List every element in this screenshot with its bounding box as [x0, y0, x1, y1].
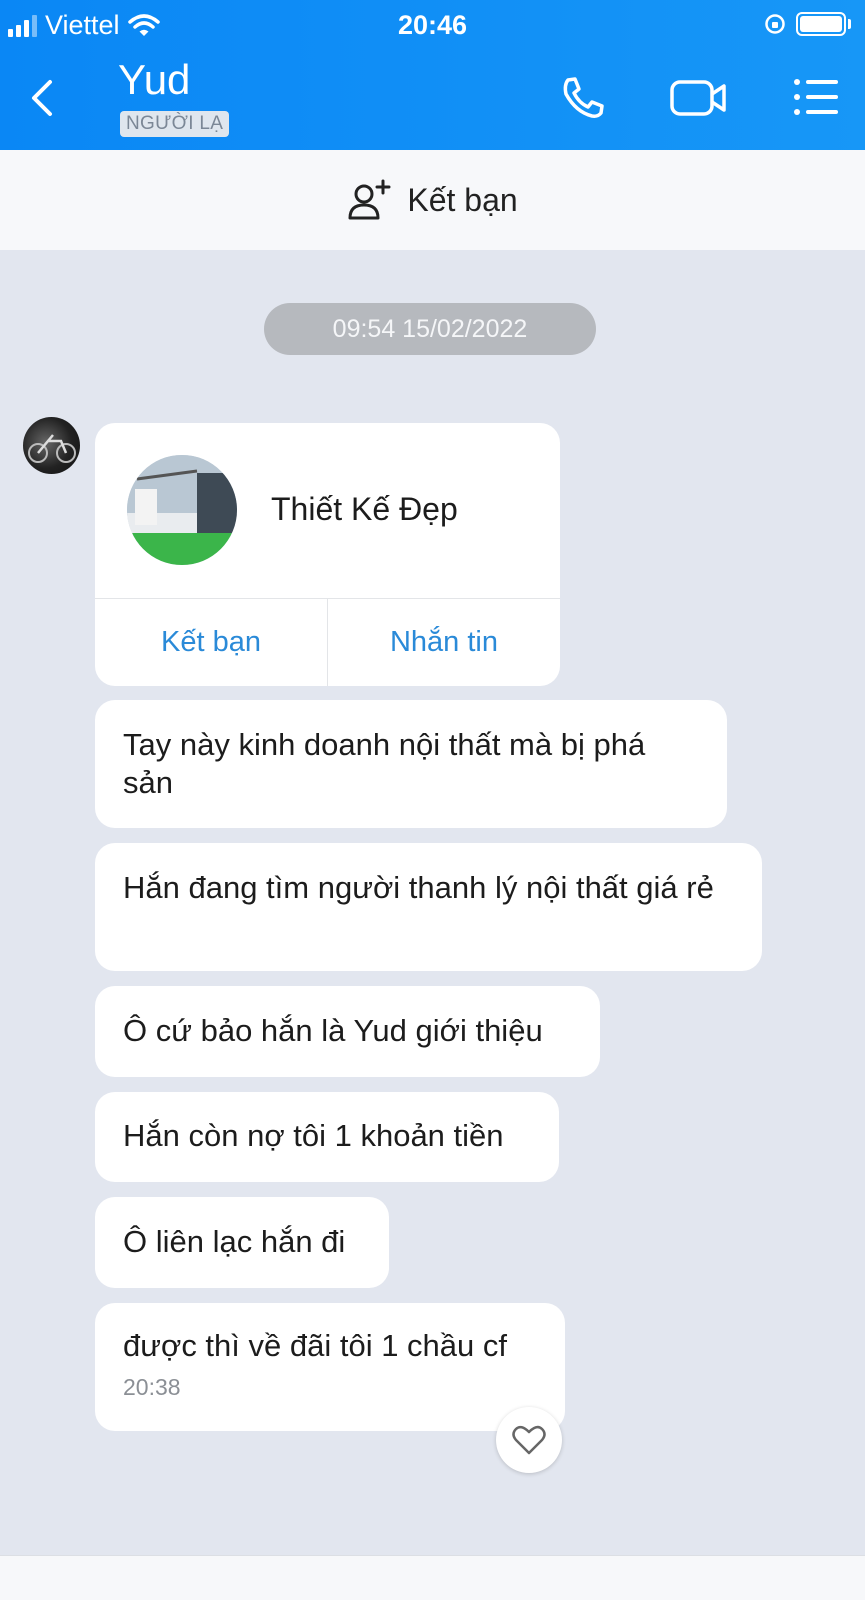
card-actions: Kết bạn Nhắn tin: [95, 598, 560, 686]
add-friend-icon: [348, 179, 391, 220]
status-bar: Viettel 20:46: [0, 0, 865, 50]
add-friend-bar[interactable]: Kết bạn: [0, 150, 865, 250]
contact-name[interactable]: Yud: [118, 56, 190, 104]
menu-list-icon[interactable]: [790, 72, 844, 122]
motorcycle-image: [28, 434, 76, 463]
message-bubble[interactable]: Ô cứ bảo hắn là Yud giới thiệu: [95, 986, 600, 1077]
message-text: Ô liên lạc hắn đi: [123, 1224, 346, 1259]
message-bubble[interactable]: Tay này kinh doanh nội thất mà bị phá sả…: [95, 700, 727, 828]
add-friend-label: Kết bạn: [407, 181, 518, 218]
message-text: Hắn đang tìm người thanh lý nội thất giá…: [123, 870, 714, 905]
contact-card[interactable]: Thiết Kế Đẹp Kết bạn Nhắn tin: [95, 423, 560, 686]
message-bubble[interactable]: Hắn còn nợ tôi 1 khoản tiền: [95, 1092, 559, 1182]
battery-icon: [796, 12, 846, 36]
chat-header: Viettel 20:46 Yud NGƯỜI LẠ: [0, 0, 865, 150]
orientation-lock-icon: [765, 14, 785, 34]
message-text: Hắn còn nợ tôi 1 khoản tiền: [123, 1118, 504, 1153]
status-time: 20:46: [397, 10, 468, 40]
message-text: được thì về đãi tôi 1 chầu cf: [123, 1328, 508, 1363]
heart-icon: [512, 1425, 546, 1455]
video-call-icon[interactable]: [668, 72, 730, 122]
card-contact-name: Thiết Kế Đẹp: [271, 491, 458, 527]
card-avatar[interactable]: [127, 455, 237, 565]
stranger-badge: NGƯỜI LẠ: [120, 111, 230, 137]
message-bubble[interactable]: Ô liên lạc hắn đi: [95, 1197, 389, 1288]
card-add-friend-button[interactable]: Kết bạn: [95, 599, 327, 686]
card-message-button[interactable]: Nhắn tin: [327, 599, 560, 686]
back-icon[interactable]: [24, 76, 64, 120]
composer-bar: [0, 1555, 865, 1600]
phone-call-icon[interactable]: [556, 72, 610, 122]
message-text: Ô cứ bảo hắn là Yud giới thiệu: [123, 1013, 543, 1048]
message-bubble[interactable]: được thì về đãi tôi 1 chầu cf 20:38: [95, 1303, 565, 1431]
battery-area: [764, 12, 851, 36]
sender-avatar[interactable]: [23, 417, 80, 474]
react-button[interactable]: [496, 1407, 562, 1473]
message-time: 20:38: [123, 1374, 181, 1400]
message-bubble[interactable]: Hắn đang tìm người thanh lý nội thất giá…: [95, 843, 762, 971]
message-text: Tay này kinh doanh nội thất mà bị phá sả…: [123, 727, 646, 800]
date-divider: 09:54 15/02/2022: [264, 303, 596, 355]
